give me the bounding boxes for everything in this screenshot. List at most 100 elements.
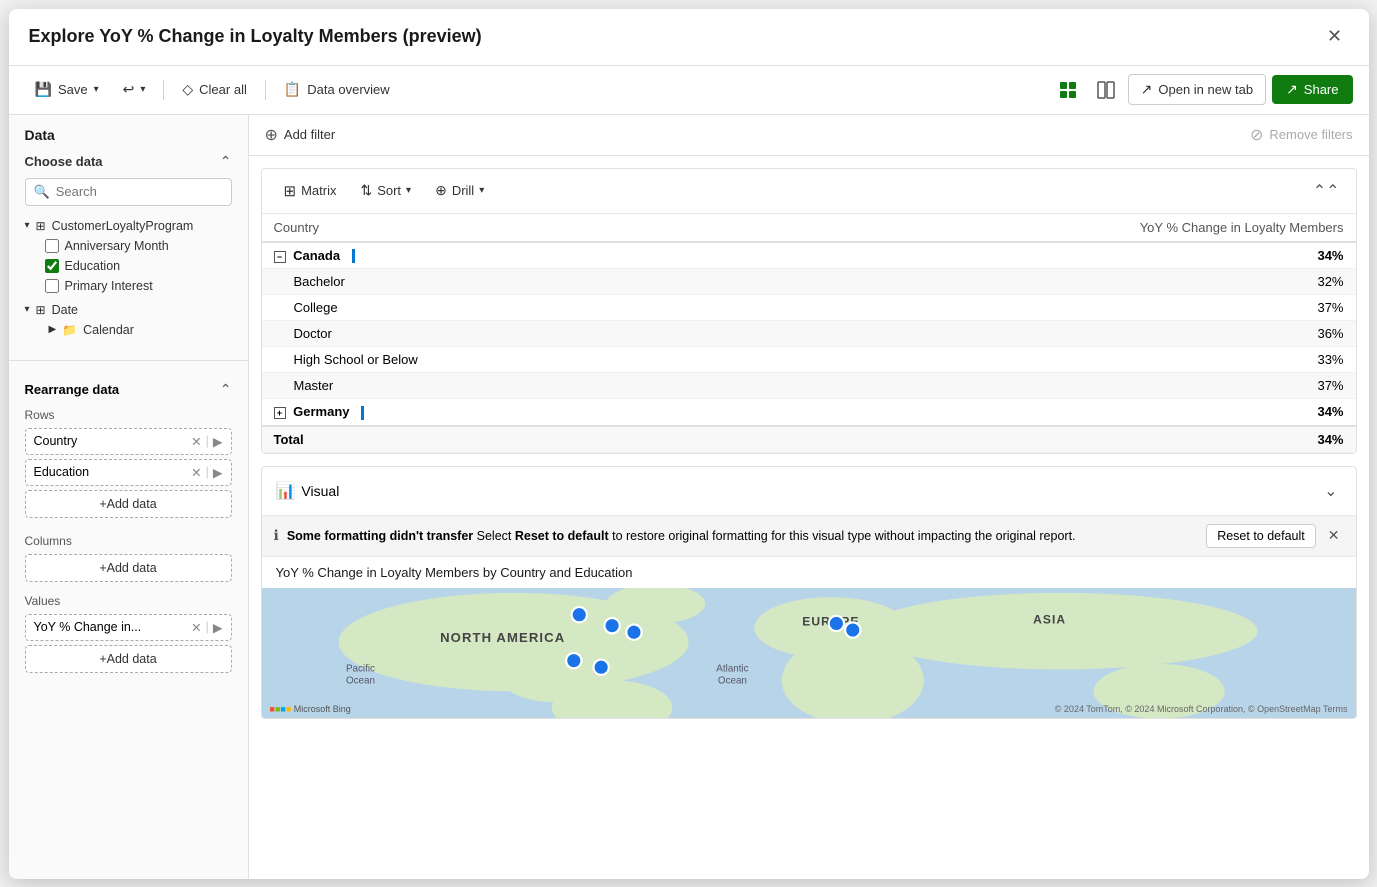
add-filter-button[interactable]: ⊕ Add filter	[265, 125, 336, 145]
col-header-value: YoY % Change in Loyalty Members	[726, 214, 1355, 242]
calendar-label: Calendar	[83, 323, 134, 337]
data-overview-label: Data overview	[307, 82, 389, 97]
reset-to-default-button[interactable]: Reset to default	[1206, 524, 1316, 548]
title-bar: Explore YoY % Change in Loyalty Members …	[9, 9, 1369, 66]
rearrange-header: Rearrange data ⌃	[25, 381, 232, 398]
drill-chevron-icon: ▾	[479, 185, 484, 196]
values-label: Values	[25, 594, 232, 608]
table-row: High School or Below 33%	[262, 347, 1356, 373]
save-button[interactable]: 💾 Save ▾	[25, 75, 109, 104]
table-cell-label: Doctor	[262, 321, 727, 347]
education-checkbox[interactable]	[45, 259, 59, 273]
table-cell-text: Canada	[293, 248, 340, 263]
table-cell-label: − Canada	[262, 242, 727, 269]
share-label: Share	[1304, 82, 1339, 97]
anniversary-label: Anniversary Month	[65, 239, 169, 253]
matrix-button[interactable]: ⊞ Matrix	[274, 177, 347, 205]
values-add-data-button[interactable]: +Add data	[25, 645, 232, 673]
undo-button[interactable]: ↩ ▾	[113, 75, 156, 104]
filter-bar: ⊕ Add filter ⊘ Remove filters	[249, 115, 1369, 156]
matrix-scroll-area[interactable]: Country YoY % Change in Loyalty Members …	[262, 214, 1356, 453]
table-cell-value: 34%	[726, 242, 1355, 269]
data-section: Data Choose data ⌃ 🔍 ▾ ⊞ CustomerLoyalty…	[9, 115, 248, 352]
svg-text:Ocean: Ocean	[717, 675, 746, 686]
row-education-remove-icon[interactable]: ✕	[191, 465, 201, 480]
banner-close-button[interactable]: ✕	[1324, 525, 1344, 546]
data-section-title: Data	[25, 127, 232, 143]
info-text: Some formatting didn't transfer Select R…	[287, 529, 1076, 543]
table-row: Bachelor 32%	[262, 269, 1356, 295]
col-header-country: Country	[262, 214, 727, 242]
drill-button[interactable]: ⊕ Drill ▾	[425, 177, 494, 204]
svg-text:Atlantic: Atlantic	[716, 663, 748, 674]
tree-root-customer[interactable]: ▾ ⊞ CustomerLoyaltyProgram	[25, 216, 232, 236]
blue-bar-germany	[361, 406, 364, 420]
data-overview-button[interactable]: 📋 Data overview	[274, 75, 400, 104]
tree-child-anniversary: Anniversary Month	[45, 236, 232, 256]
matrix-collapse-button[interactable]: ⌃⌃	[1309, 177, 1344, 205]
search-icon: 🔍	[34, 184, 50, 200]
section-divider	[9, 360, 248, 361]
tree-child-education: Education	[45, 256, 232, 276]
visual-expand-button[interactable]: ⌄	[1320, 477, 1341, 505]
main-window: Explore YoY % Change in Loyalty Members …	[9, 9, 1369, 879]
table-cell-text: Germany	[293, 404, 349, 419]
info-icon: ℹ	[274, 527, 279, 544]
matrix-table: Country YoY % Change in Loyalty Members …	[262, 214, 1356, 453]
svg-text:Ocean: Ocean	[345, 675, 374, 686]
grid-view-button[interactable]	[1052, 74, 1084, 106]
table-cell-label: Master	[262, 373, 727, 399]
split-view-button[interactable]	[1090, 74, 1122, 106]
primary-interest-checkbox[interactable]	[45, 279, 59, 293]
choose-data-label: Choose data	[25, 154, 103, 169]
toolbar: 💾 Save ▾ ↩ ▾ ◇ Clear all 📋 Data overview	[9, 66, 1369, 115]
table-row: + Germany 34%	[262, 399, 1356, 426]
tree-root-label-date: Date	[52, 303, 78, 317]
anniversary-checkbox[interactable]	[45, 239, 59, 253]
columns-add-data-button[interactable]: +Add data	[25, 554, 232, 582]
open-new-tab-label: Open in new tab	[1158, 82, 1253, 97]
folder-icon: 📁	[62, 323, 77, 337]
tree-calendar[interactable]: ▶ 📁 Calendar	[45, 320, 232, 340]
matrix-section: ⊞ Matrix ⇅ Sort ▾ ⊕ Drill ▾ ⌃⌃	[261, 168, 1357, 454]
table-cell-value: 37%	[726, 295, 1355, 321]
share-button[interactable]: ↗ Share	[1272, 75, 1352, 104]
clear-icon: ◇	[182, 81, 193, 98]
sidebar: Data Choose data ⌃ 🔍 ▾ ⊞ CustomerLoyalty…	[9, 115, 249, 879]
tree-root-date[interactable]: ▾ ⊞ Date	[25, 300, 232, 320]
value-yoy-remove-icon[interactable]: ✕	[191, 620, 201, 635]
blue-bar-canada	[352, 249, 355, 263]
map-copyright: © 2024 TomTom, © 2024 Microsoft Corporat…	[1055, 704, 1348, 714]
expand-germany-icon[interactable]: +	[274, 407, 286, 419]
remove-filters-button[interactable]: ⊘ Remove filters	[1250, 125, 1352, 145]
clear-button[interactable]: ◇ Clear all	[172, 75, 256, 104]
sort-chevron-icon: ▾	[406, 185, 411, 196]
rearrange-section: Rearrange data ⌃ Rows Country ✕ | ▶ Educ…	[9, 369, 248, 693]
choose-data-collapse-icon: ⌃	[220, 153, 232, 170]
open-new-tab-icon: ↗	[1141, 81, 1153, 98]
visual-section: 📊 Visual ⌄ ℹ Some formatting didn't tran…	[261, 466, 1357, 719]
map-bing-logo: ■■■■ Microsoft Bing	[270, 704, 351, 714]
choose-data-header: Choose data ⌃	[25, 153, 232, 170]
sort-button[interactable]: ⇅ Sort ▾	[350, 177, 421, 204]
info-bold-action: Reset to default	[515, 529, 609, 543]
row-education-more-icon[interactable]: ▶	[213, 465, 223, 480]
tree-date-collapse-icon: ▾	[25, 304, 30, 315]
clear-label: Clear all	[199, 82, 247, 97]
search-input[interactable]	[56, 184, 223, 199]
tree-root-label-customer: CustomerLoyaltyProgram	[52, 219, 194, 233]
columns-label: Columns	[25, 534, 232, 548]
sort-icon: ⇅	[360, 182, 372, 199]
row-country-remove-icon[interactable]: ✕	[191, 434, 201, 449]
row-country-more-icon[interactable]: ▶	[213, 434, 223, 449]
save-label: Save	[58, 82, 88, 97]
info-bold-prefix: Some formatting didn't transfer	[287, 529, 473, 543]
expand-canada-icon[interactable]: −	[274, 251, 286, 263]
close-button[interactable]: ✕	[1321, 23, 1349, 51]
table-cell-total-label: Total	[262, 426, 727, 453]
rows-add-data-button[interactable]: +Add data	[25, 490, 232, 518]
tree-children-date: ▶ 📁 Calendar	[25, 320, 232, 340]
open-new-tab-button[interactable]: ↗ Open in new tab	[1128, 74, 1266, 105]
tree-customer-loyalty: ▾ ⊞ CustomerLoyaltyProgram Anniversary M…	[25, 216, 232, 296]
value-yoy-more-icon[interactable]: ▶	[213, 620, 223, 635]
